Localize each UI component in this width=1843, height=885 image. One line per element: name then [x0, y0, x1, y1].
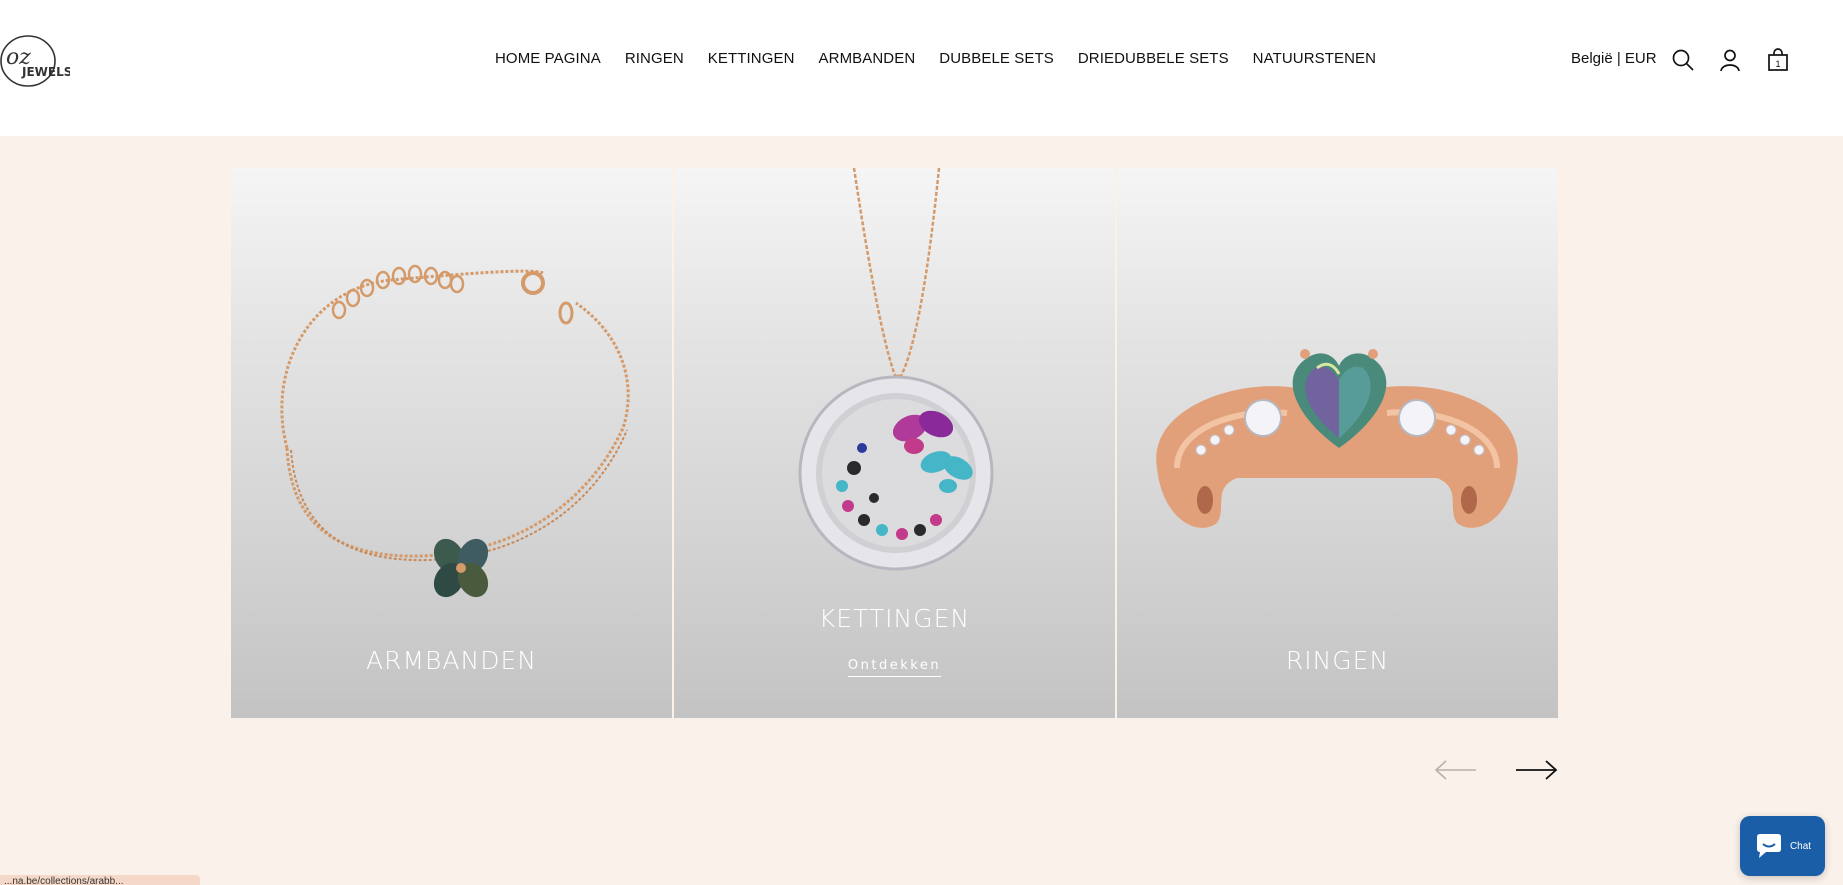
collection-card-ringen[interactable]: RINGEN — [1117, 168, 1558, 718]
nav-driedubbele-sets[interactable]: DRIEDUBBELE SETS — [1078, 50, 1229, 67]
search-icon[interactable] — [1671, 48, 1695, 72]
necklace-image — [798, 168, 994, 571]
card-title-kettingen: KETTINGEN — [818, 604, 971, 633]
card-title-armbanden: ARMBANDEN — [366, 646, 537, 675]
logo-mark: oz JEWELS — [0, 35, 72, 87]
collection-card-kettingen[interactable]: KETTINGEN Ontdekken — [674, 168, 1115, 718]
collection-carousel: ARMBANDEN KETTINGEN Ontdekken RINGEN — [231, 168, 1558, 718]
arrow-right-icon[interactable] — [1514, 758, 1558, 782]
chat-bubble-icon — [1756, 834, 1781, 858]
cart-icon[interactable]: 1 — [1766, 48, 1790, 72]
card-title-ringen: RINGEN — [1285, 646, 1390, 675]
nav-armbanden[interactable]: ARMBANDEN — [819, 50, 916, 67]
nav-kettingen[interactable]: KETTINGEN — [708, 50, 795, 67]
chat-button[interactable]: Chat — [1740, 816, 1825, 876]
collection-card-armbanden[interactable]: ARMBANDEN — [231, 168, 672, 718]
status-url: ...na.be/collections/arabb... — [0, 875, 200, 885]
ring-image — [1156, 349, 1518, 528]
account-icon[interactable] — [1718, 48, 1742, 72]
nav-ringen[interactable]: RINGEN — [625, 50, 684, 67]
nav-natuurstenen[interactable]: NATUURSTENEN — [1253, 50, 1376, 67]
main-nav: HOME PAGINA RINGEN KETTINGEN ARMBANDEN D… — [495, 50, 1376, 67]
page: oz JEWELS HOME PAGINA RINGEN KETTINGEN A… — [0, 0, 1843, 885]
locale-selector[interactable]: België | EUR — [1571, 50, 1657, 67]
cart-count: 1 — [1775, 59, 1780, 69]
bracelet-image — [280, 264, 630, 598]
ontdekken-link[interactable]: Ontdekken — [847, 658, 942, 677]
nav-dubbele-sets[interactable]: DUBBELE SETS — [939, 50, 1054, 67]
chat-label: Chat — [1789, 840, 1812, 852]
logo[interactable]: oz JEWELS — [0, 34, 72, 88]
arrow-left-icon[interactable] — [1434, 758, 1478, 782]
card-link-ontdekken[interactable]: Ontdekken — [674, 656, 1115, 677]
site-header: oz JEWELS HOME PAGINA RINGEN KETTINGEN A… — [0, 0, 1843, 136]
svg-text:JEWELS: JEWELS — [21, 65, 70, 79]
nav-home[interactable]: HOME PAGINA — [495, 50, 601, 67]
